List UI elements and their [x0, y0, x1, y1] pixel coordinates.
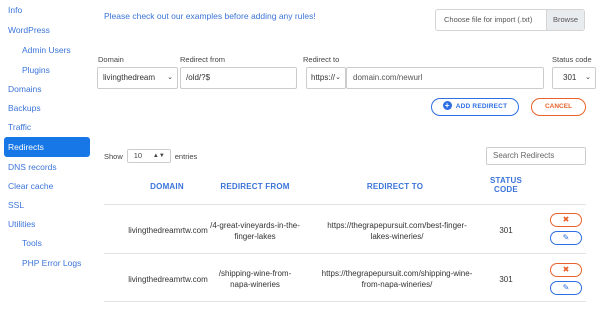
redirect-from-label: Redirect from — [180, 55, 226, 64]
sidebar-item-tools[interactable]: Tools — [22, 235, 42, 251]
search-redirects-input[interactable]: Search Redirects — [486, 147, 586, 165]
row-redirect-to-line2: from-napa-wineries/ — [361, 280, 433, 289]
sidebar-item-utilities[interactable]: Utilities — [8, 216, 35, 232]
status-header-line1: STATUS — [489, 176, 522, 185]
row-redirect-from-line1: /shipping-wine-from- — [218, 269, 292, 278]
status-header-line2: CODE — [494, 185, 518, 194]
redirect-to-label: Redirect to — [303, 55, 340, 64]
redirect-from-value: /old/?$ — [186, 73, 211, 82]
entries-label: entries — [174, 151, 198, 161]
redirect-to-value: domain.com/newurl — [353, 73, 423, 82]
examples-notice-link[interactable]: Please check out our examples before add… — [104, 11, 316, 21]
delete-redirect-button[interactable]: ✖ — [550, 263, 582, 277]
column-header-redirect-to[interactable]: REDIRECT TO — [300, 182, 490, 191]
domain-select[interactable]: livingthedream ⌄ — [97, 67, 178, 89]
sidebar-item-admin-users[interactable]: Admin Users — [22, 42, 71, 58]
sidebar-item-traffic[interactable]: Traffic — [8, 119, 31, 135]
edit-redirect-button[interactable]: ✎ — [550, 231, 582, 245]
sidebar-item-backups[interactable]: Backups — [8, 100, 41, 116]
header-divider — [104, 204, 586, 205]
redirect-to-input[interactable]: domain.com/newurl — [346, 67, 544, 89]
sidebar-item-clear-cache[interactable]: Clear cache — [8, 178, 53, 194]
import-file-input[interactable]: Choose file for import (.txt) Browse — [435, 9, 585, 31]
sidebar-item-plugins[interactable]: Plugins — [22, 62, 50, 78]
entries-length-control: Show 10 ▲▼ entries — [104, 149, 197, 163]
row-redirect-from-line2: finger-lakes — [234, 232, 276, 241]
row-redirect-from-line1: /4-great-vineyards-in-the- — [210, 221, 300, 230]
sidebar-item-redirects[interactable]: Redirects — [4, 137, 90, 157]
sidebar-item-wordpress[interactable]: WordPress — [8, 22, 50, 38]
times-icon: ✖ — [562, 265, 570, 274]
protocol-select[interactable]: https:// ⌄ — [306, 67, 346, 89]
row-redirect-to: https://thegrapepursuit.com/shipping-win… — [308, 268, 486, 290]
cancel-button[interactable]: CANCEL — [531, 98, 586, 116]
times-icon: ✖ — [562, 215, 570, 224]
chevron-down-icon: ⌄ — [167, 74, 173, 81]
sidebar: Info WordPress Admin Users Plugins Domai… — [0, 0, 90, 309]
cancel-label: CANCEL — [544, 103, 573, 110]
add-redirect-button[interactable]: + ADD REDIRECT — [431, 98, 519, 116]
row-redirect-to-line1: https://thegrapepursuit.com/best-finger- — [327, 221, 467, 230]
pencil-icon: ✎ — [562, 283, 570, 292]
delete-redirect-button[interactable]: ✖ — [550, 213, 582, 227]
pencil-icon: ✎ — [562, 233, 570, 242]
row-divider — [104, 253, 586, 254]
search-placeholder: Search Redirects — [493, 151, 555, 160]
row-redirect-from: /4-great-vineyards-in-the- finger-lakes — [200, 220, 310, 242]
sidebar-item-domains[interactable]: Domains — [8, 81, 42, 97]
domain-select-value: livingthedream — [103, 73, 156, 82]
sidebar-item-dns-records[interactable]: DNS records — [8, 159, 57, 175]
row-redirect-to: https://thegrapepursuit.com/best-finger-… — [308, 220, 486, 242]
entries-select-value: 10 — [133, 151, 143, 160]
sort-arrows-icon: ▲▼ — [152, 153, 165, 159]
protocol-select-value: https:// — [311, 73, 336, 82]
sidebar-item-ssl[interactable]: SSL — [8, 197, 24, 213]
domain-label: Domain — [98, 55, 124, 64]
plus-circle-icon: + — [442, 100, 452, 110]
import-file-placeholder: Choose file for import (.txt) — [444, 15, 533, 24]
redirect-from-input[interactable]: /old/?$ — [180, 67, 297, 89]
edit-redirect-button[interactable]: ✎ — [550, 281, 582, 295]
show-label: Show — [104, 151, 123, 161]
sidebar-item-php-error-logs[interactable]: PHP Error Logs — [22, 255, 81, 271]
entries-select[interactable]: 10 ▲▼ — [126, 149, 171, 163]
chevron-down-icon: ⌄ — [585, 74, 591, 81]
column-header-status-code[interactable]: STATUS CODE — [484, 176, 528, 194]
browse-button[interactable]: Browse — [546, 10, 584, 30]
row-redirect-to-line2: lakes-wineries/ — [370, 232, 424, 241]
column-header-redirect-from[interactable]: REDIRECT FROM — [200, 182, 310, 191]
status-code-select-value: 301 — [563, 73, 577, 82]
status-code-select[interactable]: 301 ⌄ — [552, 67, 596, 89]
row-status-code: 301 — [499, 226, 513, 235]
row-divider — [104, 301, 586, 302]
sidebar-item-info[interactable]: Info — [8, 2, 22, 18]
row-status-code: 301 — [499, 275, 513, 284]
add-redirect-label: ADD REDIRECT — [455, 103, 508, 110]
row-redirect-to-line1: https://thegrapepursuit.com/shipping-win… — [321, 269, 473, 278]
row-redirect-from: /shipping-wine-from- napa-wineries — [200, 268, 310, 290]
row-redirect-from-line2: napa-wineries — [230, 280, 280, 289]
status-code-label: Status code — [552, 55, 592, 64]
chevron-down-icon: ⌄ — [335, 74, 341, 81]
